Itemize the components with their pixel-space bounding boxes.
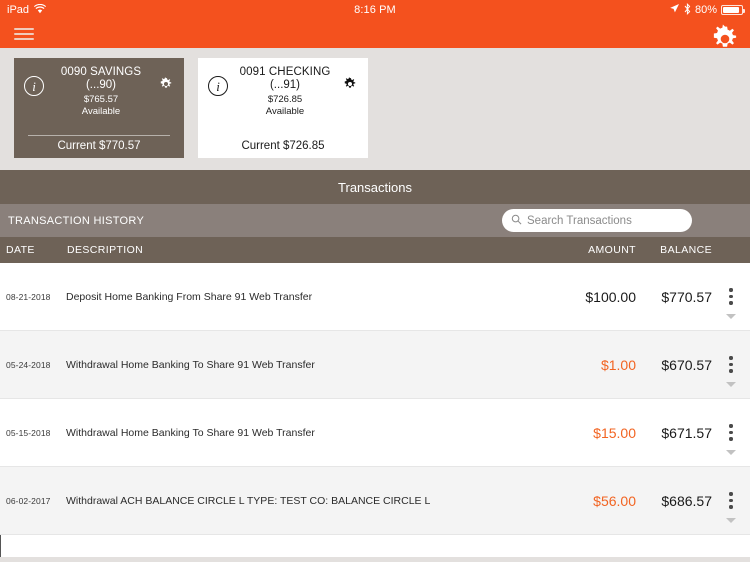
transaction-row[interactable]: 05-15-2018 Withdrawal Home Banking To Sha… [0, 399, 750, 467]
account-mask: (...91) [269, 79, 301, 91]
transaction-history-label: TRANSACTION HISTORY [8, 214, 145, 227]
transaction-date: 05-15-2018 [6, 427, 51, 438]
account-card-details: 0090 SAVINGS (...90) $765.57 Available [44, 66, 158, 117]
transaction-date: 05-24-2018 [6, 359, 51, 370]
transaction-history-bar: TRANSACTION HISTORY [0, 204, 750, 237]
account-card-savings[interactable]: i 0090 SAVINGS (...90) $765.57 Available [14, 58, 184, 158]
account-card-top: i 0091 CHECKING (...91) $726.85 Availabl… [208, 66, 358, 136]
transaction-amount: $1.00 [600, 356, 636, 373]
account-current-balance: Current $770.57 [57, 140, 141, 152]
page-title: Transactions [338, 179, 412, 195]
battery-icon [721, 5, 745, 15]
location-arrow-icon [669, 3, 680, 17]
account-mask: (...90) [85, 79, 117, 91]
transaction-amount: $15.00 [593, 424, 636, 441]
transaction-description: Withdrawal Home Banking To Share 91 Web … [66, 426, 315, 439]
transaction-row[interactable]: 08-21-2018 Deposit Home Banking From Shar… [0, 263, 750, 331]
ios-status-bar: iPad 8:16 PM 80% [0, 0, 750, 20]
hamburger-menu-icon[interactable] [14, 28, 34, 40]
column-header-amount: AMOUNT [588, 244, 636, 256]
transactions-list-partial-row [0, 535, 750, 557]
account-available-amount: $726.85 [267, 94, 303, 105]
account-available-label: Available [81, 106, 121, 117]
info-circle-icon[interactable]: i [24, 76, 44, 96]
status-bar-clock: 8:16 PM [354, 4, 396, 16]
transaction-balance: $770.57 [661, 288, 712, 305]
status-bar-right: 80% [669, 2, 745, 18]
transaction-row-actions[interactable] [712, 467, 750, 535]
transaction-description: Withdrawal ACH BALANCE CIRCLE L TYPE: TE… [66, 494, 431, 507]
bluetooth-icon [684, 2, 691, 18]
search-transactions-box[interactable] [502, 209, 692, 232]
kebab-menu-icon[interactable] [729, 492, 733, 509]
account-available-amount: $765.57 [83, 94, 119, 105]
kebab-menu-icon[interactable] [729, 424, 733, 441]
transaction-row-actions[interactable] [712, 399, 750, 467]
transaction-row[interactable]: 05-24-2018 Withdrawal Home Banking To Sha… [0, 331, 750, 399]
transactions-list: 08-21-2018 Deposit Home Banking From Shar… [0, 263, 750, 535]
transaction-row-actions[interactable] [712, 263, 750, 331]
transaction-balance: $671.57 [661, 424, 712, 441]
kebab-menu-icon[interactable] [729, 356, 733, 373]
chevron-down-icon[interactable] [726, 449, 736, 455]
transaction-description: Deposit Home Banking From Share 91 Web T… [66, 290, 313, 303]
chevron-down-icon[interactable] [726, 313, 736, 319]
account-card-checking[interactable]: i 0091 CHECKING (...91) $726.85 Availabl… [198, 58, 368, 158]
transaction-date: 06-02-2017 [6, 495, 51, 506]
transaction-amount: $100.00 [585, 288, 636, 305]
gear-icon[interactable] [708, 22, 742, 56]
account-card-details: 0091 CHECKING (...91) $726.85 Available [228, 66, 342, 117]
column-header-description: DESCRIPTION [67, 244, 144, 256]
transaction-row[interactable]: 06-02-2017 Withdrawal ACH BALANCE CIRCLE … [0, 467, 750, 535]
transaction-row-actions[interactable] [712, 331, 750, 399]
account-cards-strip: i 0090 SAVINGS (...90) $765.57 Available [0, 48, 750, 170]
account-settings-gear-icon[interactable] [342, 76, 358, 92]
account-card-top: i 0090 SAVINGS (...90) $765.57 Available [24, 66, 174, 132]
column-header-date: DATE [6, 244, 35, 256]
chevron-down-icon[interactable] [726, 381, 736, 387]
chevron-down-icon[interactable] [726, 517, 736, 523]
transaction-balance: $670.57 [661, 356, 712, 373]
transaction-description: Withdrawal Home Banking To Share 91 Web … [66, 358, 315, 371]
kebab-menu-icon[interactable] [729, 288, 733, 305]
info-circle-icon[interactable]: i [208, 76, 228, 96]
transaction-balance: $686.57 [661, 492, 712, 509]
transactions-title-bar: Transactions [0, 170, 750, 204]
column-header-balance: BALANCE [660, 244, 712, 256]
account-current-balance: Current $726.85 [241, 140, 325, 152]
battery-percent-label: 80% [694, 4, 717, 16]
search-icon [511, 212, 522, 230]
transactions-column-header: DATE DESCRIPTION AMOUNT BALANCE [0, 237, 750, 263]
account-available-label: Available [265, 106, 305, 117]
account-settings-gear-icon[interactable] [158, 76, 174, 92]
transaction-date: 08-21-2018 [6, 291, 51, 302]
account-name: 0091 CHECKING [239, 66, 331, 78]
transaction-amount: $56.00 [593, 492, 636, 509]
search-input[interactable] [527, 214, 683, 227]
account-name: 0090 SAVINGS [60, 66, 142, 78]
app-root: iPad 8:16 PM 80% i 0090 SAVINGS (...90) … [0, 0, 750, 562]
app-navbar [0, 20, 750, 48]
